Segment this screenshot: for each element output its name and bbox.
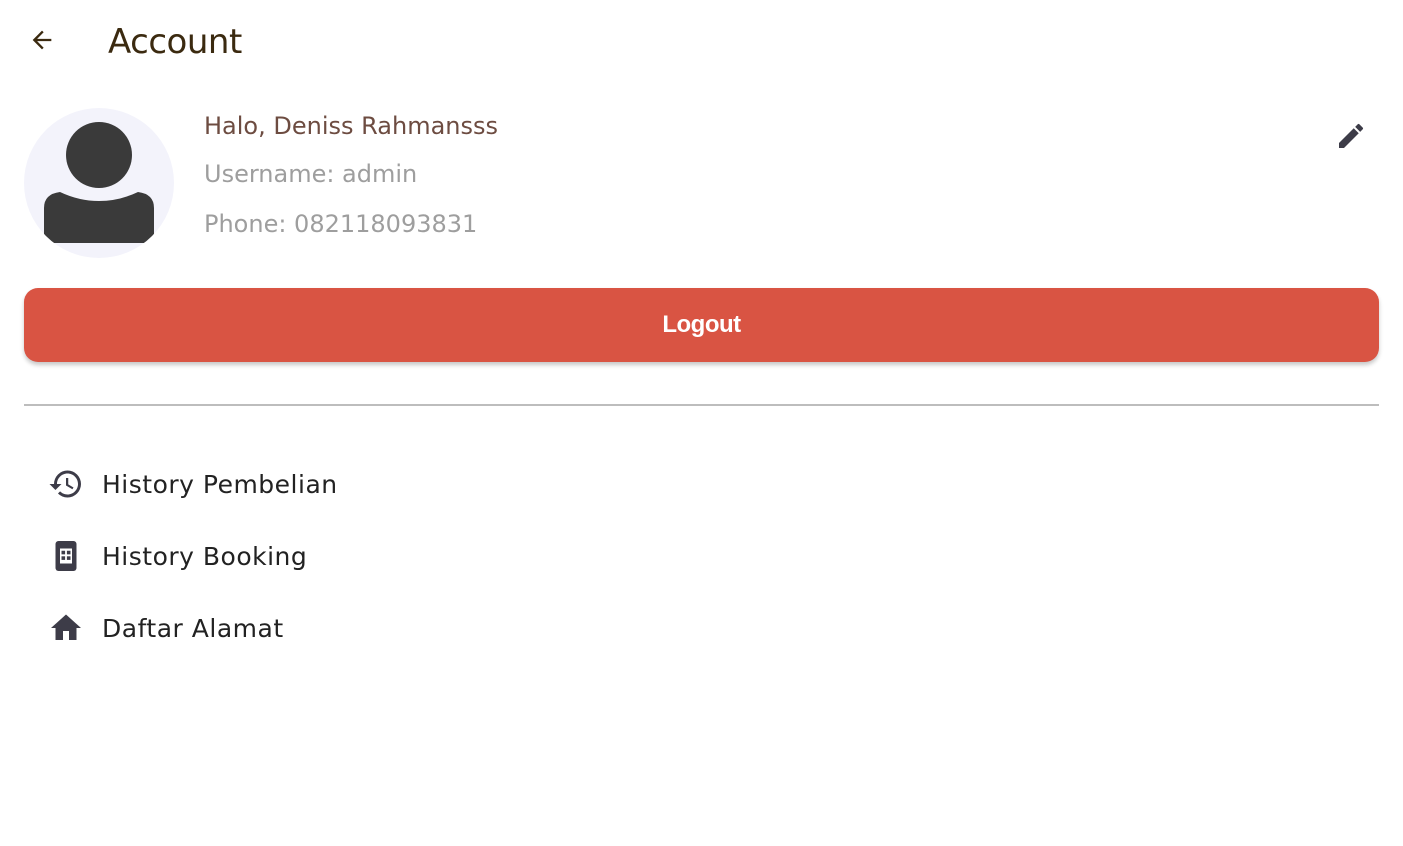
edit-profile-button[interactable] [1327, 114, 1375, 162]
page-title: Account [108, 22, 242, 62]
divider [24, 404, 1379, 406]
logout-button[interactable]: Logout [24, 288, 1379, 362]
back-button[interactable] [18, 18, 66, 66]
menu-item-label: Daftar Alamat [102, 613, 284, 643]
username-text: Username: admin [204, 160, 418, 188]
phone-text: Phone: 082118093831 [204, 210, 478, 238]
menu-item-daftar-alamat[interactable]: Daftar Alamat [24, 592, 1379, 664]
menu-item-label: History Pembelian [102, 469, 338, 499]
app-bar: Account [0, 0, 1403, 84]
greeting-text: Halo, Deniss Rahmansss [204, 112, 498, 140]
home-icon [48, 610, 84, 646]
avatar [24, 108, 174, 258]
pencil-edit-icon [1335, 120, 1367, 156]
calendar-book-icon [48, 538, 84, 574]
menu-item-label: History Booking [102, 541, 308, 571]
menu-item-history-booking[interactable]: History Booking [24, 520, 1379, 592]
menu-item-history-pembelian[interactable]: History Pembelian [24, 448, 1379, 520]
arrow-back-icon [28, 26, 56, 58]
profile-section: Halo, Deniss Rahmansss Username: admin P… [24, 108, 1379, 260]
account-menu: History Pembelian History Booking Daftar… [24, 448, 1379, 664]
history-icon [48, 466, 84, 502]
person-icon [24, 122, 174, 258]
